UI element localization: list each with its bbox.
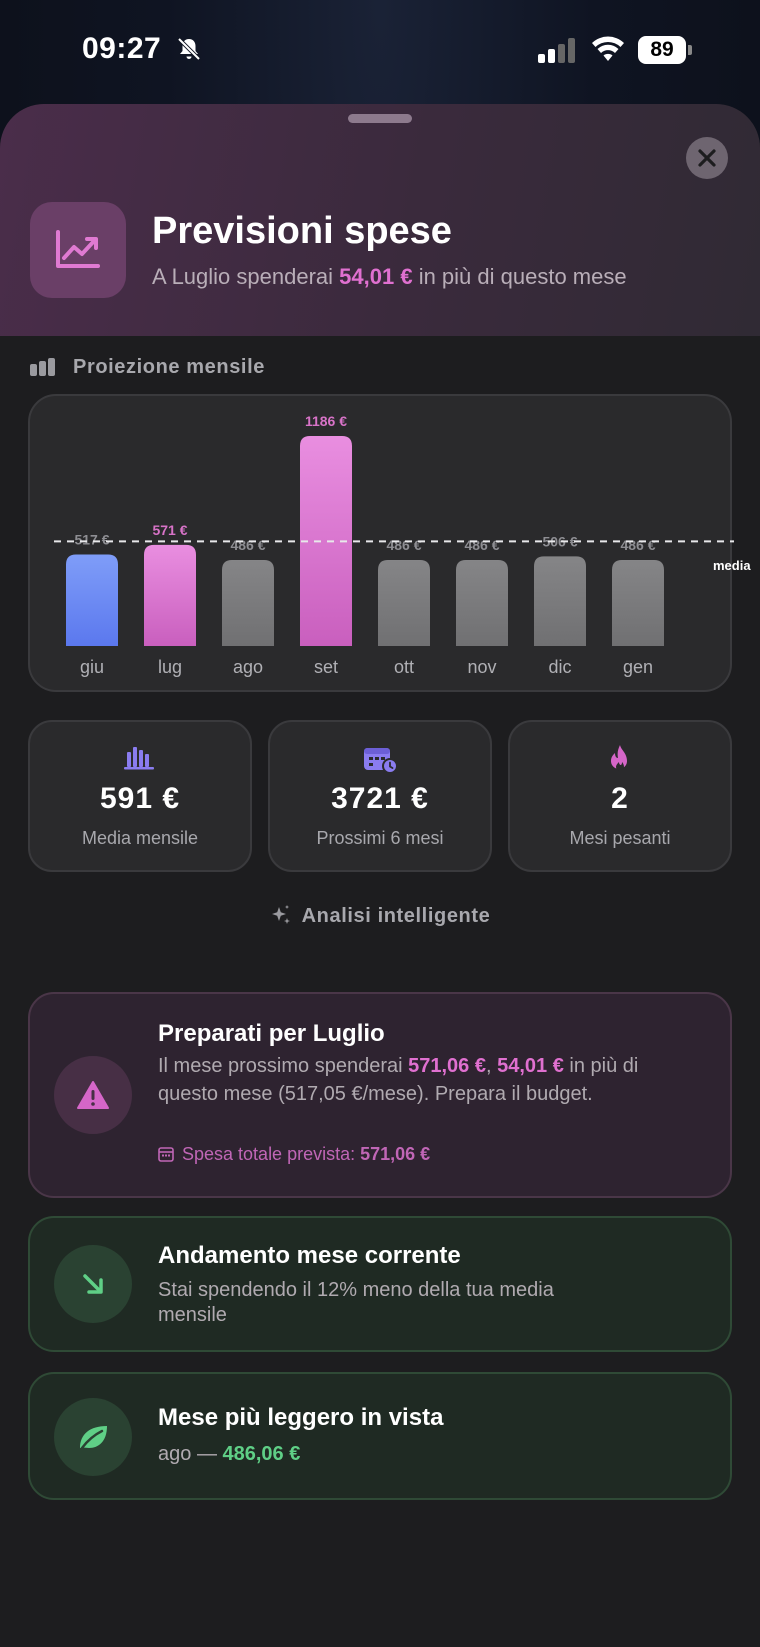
- close-icon: [698, 149, 716, 167]
- insight-body: Il mese prossimo spenderai 571,06 €, 54,…: [158, 1052, 678, 1108]
- analysis-label-text: Analisi intelligente: [301, 905, 491, 927]
- wifi-icon: [592, 36, 624, 61]
- bar-value-label: 486 €: [386, 537, 421, 553]
- bar-lug: [144, 544, 196, 646]
- bar-value-label: 486 €: [620, 537, 655, 553]
- insight-body: ago — 486,06 €: [158, 1440, 678, 1468]
- sparkles-icon: [271, 905, 290, 924]
- category-label: nov: [467, 657, 496, 677]
- warning-icon: [77, 1081, 109, 1109]
- stat-value: 591 €: [99, 782, 181, 815]
- category-label: giu: [80, 657, 104, 677]
- bar-value-label: 486 €: [230, 537, 265, 553]
- lighter-dash: —: [196, 1443, 217, 1465]
- page-subtitle: A Luglio spenderai 54,01 € in più di que…: [152, 264, 627, 290]
- calendar-clock-icon: [364, 748, 398, 774]
- sheet-grabber[interactable]: [348, 114, 412, 123]
- insight-body-prefix: Il mese prossimo spenderai: [158, 1055, 403, 1077]
- battery-indicator: 89: [638, 36, 694, 66]
- lighter-month: ago: [158, 1443, 192, 1465]
- insight-title: Mese più leggero in vista: [158, 1404, 444, 1431]
- stat-card-heavy-months: 2 Mesi pesanti: [508, 720, 732, 872]
- bar-value-label: 506 €: [542, 533, 577, 549]
- category-label: gen: [623, 657, 653, 677]
- stat-label: Media mensile: [81, 828, 199, 848]
- footer-amount: 571,06 €: [360, 1144, 431, 1164]
- bar-value-label: 517 €: [74, 531, 109, 547]
- cellular-signal-icon: [538, 38, 575, 63]
- sheet-header: Previsioni spese A Luglio spenderai 54,0…: [0, 104, 760, 336]
- bar-value-label: 1186 €: [305, 413, 347, 429]
- stat-card-next-6-months: 3721 € Prossimi 6 mesi: [268, 720, 492, 872]
- insight-card-trend[interactable]: Andamento mese corrente Stai spendendo i…: [28, 1216, 732, 1352]
- bar-dic: [534, 556, 586, 646]
- footer-label: Spesa totale prevista:: [182, 1144, 356, 1164]
- insight-footer: Spesa totale prevista: 571,06 €: [158, 1144, 430, 1165]
- bars-icon: [30, 358, 55, 376]
- chart-line-up-icon: [56, 230, 100, 268]
- bar-giu: [66, 554, 118, 646]
- insight-card-prepare[interactable]: Preparati per Luglio Il mese prossimo sp…: [28, 992, 732, 1198]
- flame-icon: [611, 745, 627, 771]
- bar-nov: [456, 559, 508, 646]
- stat-label: Prossimi 6 mesi: [316, 828, 444, 848]
- forecast-sheet: Previsioni spese A Luglio spenderai 54,0…: [0, 104, 760, 1647]
- stat-value: 3721 €: [331, 782, 429, 815]
- page-title: Previsioni spese: [152, 210, 452, 252]
- subtitle-prefix: A Luglio spenderai: [152, 264, 334, 289]
- average-line-label: media: [713, 558, 751, 573]
- battery-tip: [688, 45, 692, 55]
- insight-title: Andamento mese corrente: [158, 1242, 461, 1269]
- status-time: 09:27: [82, 32, 162, 65]
- arrow-down-right-icon: [83, 1274, 103, 1294]
- bar-chart: 517 € giu 571 € lug 486 € ago 1186 € set 486 € ot…: [54, 413, 734, 677]
- insight-body: Stai spendendo il 12% meno della tua med…: [158, 1279, 554, 1326]
- subtitle-amount: 54,01 €: [339, 264, 413, 289]
- next-month-amount: 571,06 €: [408, 1055, 486, 1077]
- bar-value-label: 486 €: [464, 537, 499, 553]
- category-label: lug: [158, 657, 182, 677]
- bell-muted-icon: [177, 37, 201, 61]
- bar-chart-icon: [124, 747, 154, 770]
- analysis-section-label: Analisi intelligente: [0, 904, 760, 928]
- stat-value: 2: [611, 782, 629, 815]
- bar-ago: [222, 559, 274, 646]
- calendar-icon: [158, 1147, 174, 1162]
- insight-card-lighter-month[interactable]: Mese più leggero in vista ago — 486,06 €: [28, 1372, 732, 1500]
- close-button[interactable]: [686, 137, 728, 179]
- stat-label: Mesi pesanti: [569, 828, 671, 848]
- insight-sep: ,: [485, 1055, 492, 1077]
- bar-ott: [378, 559, 430, 646]
- lighter-amount: 486,06 €: [222, 1443, 301, 1465]
- battery-level: 89: [638, 36, 686, 64]
- trend-chart-icon-tile: [30, 202, 126, 298]
- subtitle-suffix: in più di questo mese: [418, 264, 627, 289]
- difference-amount: 54,01 €: [497, 1055, 564, 1077]
- bar-gen: [612, 559, 664, 646]
- category-label: dic: [548, 657, 571, 677]
- monthly-projection-chart: 517 € giu 571 € lug 486 € ago 1186 € set 486 € ot…: [28, 394, 734, 692]
- projection-section-label: Proiezione mensile: [73, 356, 265, 378]
- stat-card-monthly-average: 591 € Media mensile: [28, 720, 252, 872]
- bar-value-label: 571 €: [152, 522, 187, 538]
- category-label: ago: [233, 657, 263, 677]
- status-bar: 09:27 89: [0, 0, 760, 100]
- category-label: set: [314, 657, 338, 677]
- category-label: ott: [394, 657, 414, 677]
- leaf-icon: [80, 1426, 107, 1450]
- insight-title: Preparati per Luglio: [158, 1020, 385, 1047]
